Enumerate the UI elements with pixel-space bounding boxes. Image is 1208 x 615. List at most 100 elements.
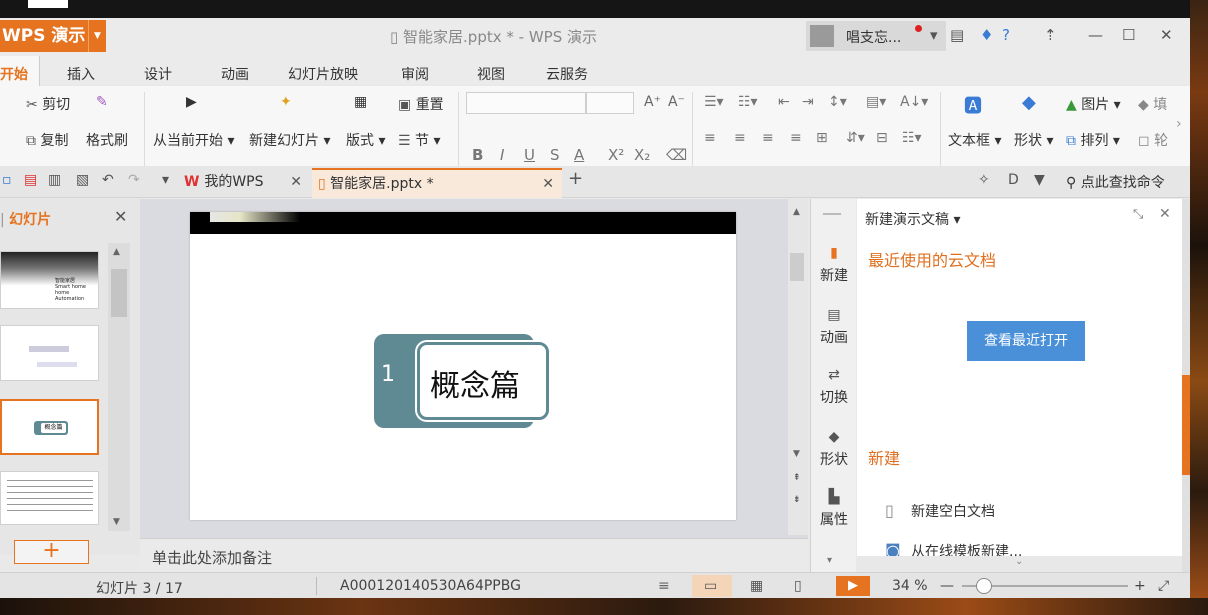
normal-view-icon[interactable]: ▭ <box>704 578 717 594</box>
export-pdf-icon[interactable]: ▤ <box>24 172 37 188</box>
tab-animation[interactable]: 动画 <box>221 64 249 84</box>
view-recent-button[interactable]: 查看最近打开 <box>967 321 1085 361</box>
columns-icon[interactable]: ▤▾ <box>866 94 886 110</box>
align-center-icon[interactable]: ≡ <box>734 130 746 146</box>
prev-slide-icon[interactable]: ⇞ <box>793 473 801 483</box>
section-button[interactable]: ☰ 节 ▾ <box>398 130 441 150</box>
zoom-level[interactable]: 34 % <box>892 578 928 594</box>
help-icon[interactable]: ? <box>1002 26 1010 44</box>
skin-icon[interactable]: ♦ <box>980 26 993 44</box>
canvas-scrollbar[interactable]: ▲ ▼ ⇞ ⇟ <box>788 199 808 535</box>
sidebar-item-transition[interactable]: ⇄ 切换 <box>811 367 857 407</box>
shape-button[interactable]: 形状 ▾ <box>1014 130 1053 150</box>
zoom-slider-handle[interactable] <box>976 578 992 594</box>
print-preview-icon[interactable]: ▧ <box>76 172 89 188</box>
justify-icon[interactable]: ≡ <box>790 130 802 146</box>
tab-slideshow[interactable]: 幻灯片放映 <box>288 64 358 84</box>
next-slide-icon[interactable]: ⇟ <box>793 495 801 505</box>
reset-button[interactable]: ▣ 重置 <box>398 94 444 114</box>
slide-thumbnail-2[interactable] <box>0 325 99 381</box>
numbered-list-icon[interactable]: ☷▾ <box>738 94 758 110</box>
task-pane-scrollbar[interactable] <box>1182 199 1190 572</box>
sidebar-item-shape[interactable]: ◆ 形状 <box>811 429 857 469</box>
slide-title[interactable]: 概念篇 <box>430 361 520 405</box>
slide-sorter-icon[interactable]: ▦ <box>750 578 763 594</box>
fill-button[interactable]: ◆ 填 <box>1138 94 1167 114</box>
slide-thumbnail-4[interactable] <box>0 471 99 525</box>
save-icon[interactable]: ▫ <box>2 172 12 188</box>
scroll-up-icon[interactable]: ▲ <box>793 207 800 217</box>
fit-window-icon[interactable]: ⤢ <box>1158 578 1169 594</box>
slide-thumbnail-3[interactable]: 概念篇 <box>0 399 99 455</box>
tab-cloud[interactable]: 云服务 <box>546 64 588 84</box>
grow-font-icon[interactable]: A⁺ <box>644 94 661 110</box>
scrollbar-thumb[interactable] <box>790 253 804 281</box>
from-current-button[interactable]: 从当前开始 ▾ <box>153 130 234 150</box>
command-search[interactable]: ⚲ 点此查找命令 <box>1066 172 1165 192</box>
scroll-down-icon[interactable]: ▼ <box>113 517 120 527</box>
tab-insert[interactable]: 插入 <box>67 64 95 84</box>
align-right-icon[interactable]: ≡ <box>762 130 774 146</box>
thumbnail-scrollbar[interactable]: ▲ ▼ <box>108 243 130 531</box>
close-icon[interactable]: ✕ <box>1159 206 1171 222</box>
task-pane-title[interactable]: 新建演示文稿 ▾ <box>865 209 960 229</box>
chevron-down-icon[interactable]: ⌄ <box>1015 556 1023 567</box>
bold-icon[interactable]: B <box>472 146 483 164</box>
tab-view[interactable]: 视图 <box>477 64 505 84</box>
close-icon[interactable]: ✕ <box>114 207 127 226</box>
smartart-icon[interactable]: ⊟ <box>876 130 888 146</box>
arrange-button[interactable]: ⧉ 排列 ▾ <box>1066 130 1120 150</box>
sidebar-item-properties[interactable]: ▙ 属性 <box>811 489 857 529</box>
close-icon[interactable]: ✕ <box>1160 26 1173 44</box>
scrollbar-thumb[interactable] <box>111 269 127 317</box>
chevron-down-icon[interactable]: ▾ <box>930 26 938 44</box>
scroll-up-icon[interactable]: ▲ <box>113 247 120 257</box>
user-account[interactable]: 唱支忘... <box>806 21 946 51</box>
tab-home[interactable]: 开始 <box>0 56 40 86</box>
ribbon-scroll-right-icon[interactable]: › <box>1176 116 1182 132</box>
clipboard-icon[interactable]: ▤ <box>950 26 964 44</box>
paragraph-icon[interactable]: ☷▾ <box>902 130 922 146</box>
new-tab-icon[interactable]: + <box>568 168 583 189</box>
underline-icon[interactable]: U <box>524 146 535 164</box>
play-slideshow-button[interactable]: ▶ <box>836 576 870 596</box>
redo-icon[interactable]: ↷ <box>128 172 140 188</box>
textbox-button[interactable]: 文本框 ▾ <box>948 130 1001 150</box>
superscript-icon[interactable]: X² <box>608 146 624 164</box>
tab-design[interactable]: 设计 <box>144 64 172 84</box>
subscript-icon[interactable]: X₂ <box>634 146 650 164</box>
chevron-down-icon[interactable]: ▼ <box>88 20 106 52</box>
title-card[interactable]: 1 概念篇 <box>374 334 549 428</box>
undo-icon[interactable]: ↶ <box>102 172 114 188</box>
app-menu-button[interactable]: WPS 演示 ▼ <box>0 20 106 52</box>
doc-tab-my-wps[interactable]: W 我的WPS ✕ <box>184 168 310 198</box>
doc-tab-current[interactable]: ▯ 智能家居.pptx * ✕ <box>312 168 562 198</box>
font-color-icon[interactable]: A <box>574 146 584 164</box>
new-blank-doc-item[interactable]: ▯ 新建空白文档 <box>885 501 995 521</box>
close-icon[interactable]: ✕ <box>542 170 554 198</box>
slide[interactable]: 1 概念篇 <box>190 212 736 520</box>
copy-button[interactable]: ⧉ 复制 <box>26 130 68 150</box>
collapse-icon[interactable]: ⤡ <box>1133 207 1143 222</box>
reading-view-icon[interactable]: ▯ <box>794 578 802 594</box>
tab-review[interactable]: 审阅 <box>401 64 429 84</box>
cut-button[interactable]: ✂ 剪切 <box>26 94 70 114</box>
avatar[interactable] <box>810 25 834 47</box>
font-name-select[interactable] <box>466 92 586 114</box>
layout-button[interactable]: 版式 ▾ <box>346 130 385 150</box>
tool-icon[interactable]: ✧ <box>978 172 990 188</box>
sidebar-item-new[interactable]: ▮ 新建 <box>811 245 857 285</box>
maximize-icon[interactable]: ☐ <box>1122 26 1135 44</box>
format-painter-button[interactable]: 格式刷 <box>86 130 128 150</box>
add-slide-button[interactable]: + <box>14 540 89 564</box>
text-direction-icon[interactable]: A↓▾ <box>900 94 928 110</box>
scroll-down-icon[interactable]: ▼ <box>793 449 800 459</box>
clear-format-icon[interactable]: ⌫ <box>666 146 687 164</box>
italic-icon[interactable]: I <box>500 146 504 164</box>
format-painter-icon[interactable]: ✎ <box>96 94 108 110</box>
shadow-icon[interactable]: S <box>550 146 560 164</box>
increase-indent-icon[interactable]: ⇥ <box>802 94 814 110</box>
notes-area[interactable]: 单击此处添加备注 <box>140 538 808 572</box>
zoom-out-icon[interactable]: — <box>940 578 954 594</box>
align-left-icon[interactable]: ≡ <box>704 130 716 146</box>
